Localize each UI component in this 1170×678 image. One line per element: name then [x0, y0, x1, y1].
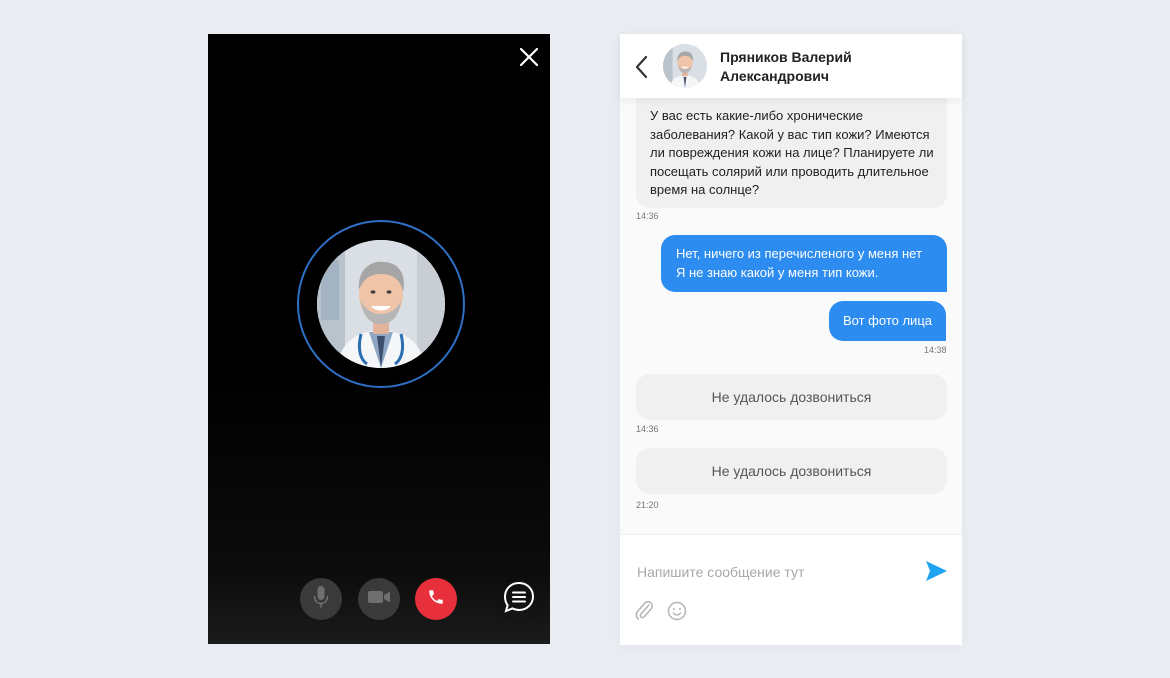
- end-call-button[interactable]: [415, 578, 457, 620]
- video-call-panel: [208, 34, 550, 644]
- message-line: ли повреждения кожи на лице? Планируете …: [650, 145, 934, 160]
- message-time: 14:38: [924, 345, 947, 355]
- message-time: 21:20: [636, 500, 659, 510]
- back-button[interactable]: [634, 54, 650, 80]
- message-line: Я не знаю какой у меня тип кожи.: [676, 264, 879, 280]
- message-line: У вас есть какие-либо хронические: [650, 108, 863, 123]
- missed-call-text: Не удалось дозвониться: [711, 389, 872, 405]
- microphone-icon: [313, 585, 329, 614]
- contact-avatar[interactable]: [663, 44, 707, 88]
- message-composer: [620, 534, 962, 645]
- caller-avatar-ring: [297, 220, 465, 388]
- missed-call-notice: Не удалось дозвониться: [636, 374, 947, 420]
- message-line: время на солнце?: [650, 182, 760, 197]
- contact-name-line: Александрович: [720, 68, 829, 84]
- video-camera-icon: [367, 589, 391, 610]
- send-icon: [924, 561, 948, 587]
- chevron-left-icon: [634, 55, 650, 84]
- camera-button[interactable]: [358, 578, 400, 620]
- send-button[interactable]: [924, 559, 948, 583]
- caller-avatar: [317, 240, 445, 368]
- emoji-icon: [667, 601, 687, 625]
- message-time: 14:36: [636, 211, 659, 221]
- contact-name-line: Пряников Валерий: [720, 49, 852, 65]
- contact-name: Пряников Валерий Александрович: [720, 48, 920, 86]
- missed-call-notice: Не удалось дозвониться: [636, 448, 947, 494]
- open-chat-button[interactable]: [500, 580, 538, 618]
- chat-panel: Пряников Валерий Александрович У вас ест…: [620, 34, 962, 645]
- message-line: Нет, ничего из перечисленого у меня нет: [676, 246, 922, 261]
- message-line: Вот фото лица: [843, 313, 932, 328]
- message-outgoing: Нет, ничего из перечисленого у меня нет …: [661, 235, 947, 292]
- phone-hangup-icon: [427, 588, 445, 611]
- message-outgoing: Вот фото лица: [829, 301, 946, 341]
- microphone-button[interactable]: [300, 578, 342, 620]
- chat-header: Пряников Валерий Александрович: [620, 34, 962, 98]
- message-list: У вас есть какие-либо хронические заболе…: [620, 98, 962, 534]
- attach-button[interactable]: [634, 599, 654, 621]
- message-incoming: У вас есть какие-либо хронические заболе…: [636, 98, 947, 208]
- paperclip-icon: [634, 601, 654, 625]
- message-input[interactable]: [635, 559, 909, 585]
- chat-bubble-icon: [502, 580, 536, 619]
- close-icon[interactable]: [518, 46, 540, 68]
- emoji-button[interactable]: [667, 601, 687, 621]
- call-controls: [208, 578, 550, 622]
- missed-call-text: Не удалось дозвониться: [711, 463, 872, 479]
- message-time: 14:36: [636, 424, 659, 434]
- message-line: заболевания? Какой у вас тип кожи? Имеют…: [650, 126, 930, 142]
- message-line: посещать солярий или проводить длительно…: [650, 163, 929, 179]
